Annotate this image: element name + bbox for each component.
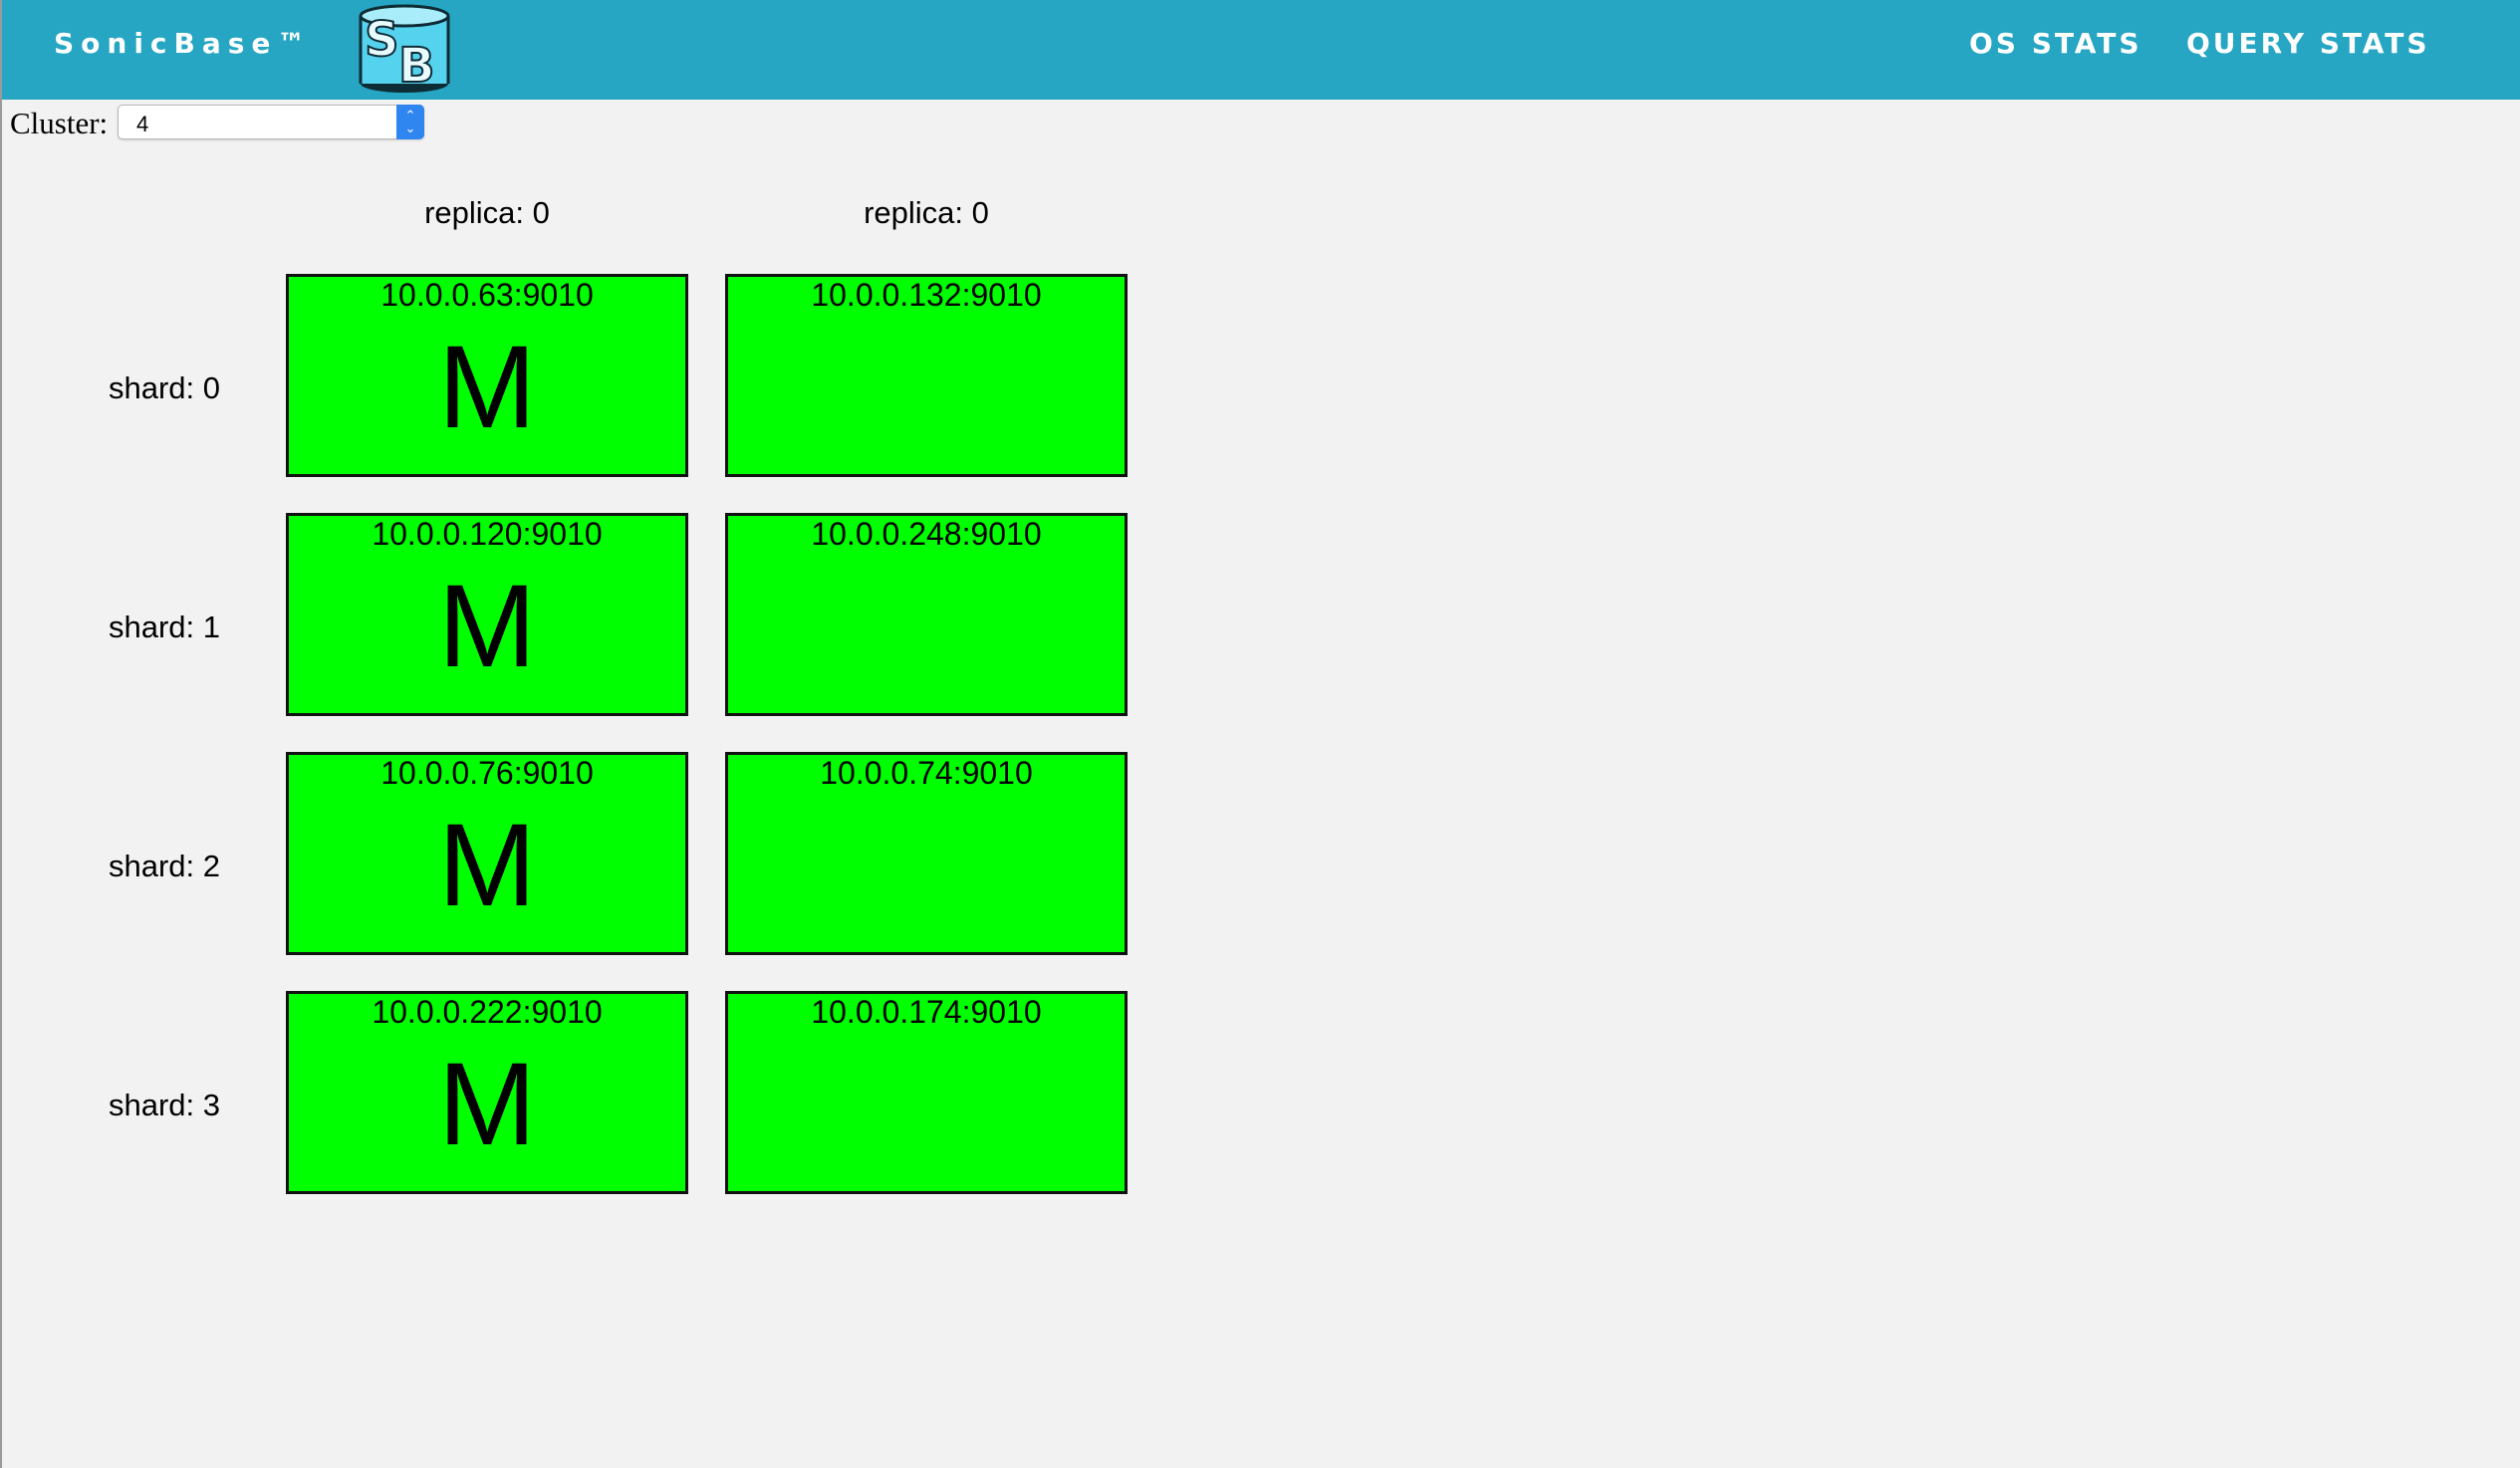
cluster-label: Cluster: [10, 106, 109, 140]
server-address: 10.0.0.132:9010 [811, 277, 1042, 313]
server-box[interactable]: 10.0.0.222:9010 M [286, 991, 688, 1194]
server-box[interactable]: 10.0.0.74:9010 [725, 752, 1128, 955]
server-address: 10.0.0.174:9010 [811, 994, 1042, 1030]
cluster-selected-value: 4 [136, 112, 149, 136]
cluster-select[interactable]: 4 ⌃ ⌄ [118, 105, 424, 139]
brand-name[interactable]: SonicBase™ [54, 27, 312, 60]
select-arrows-icon: ⌃ ⌄ [396, 105, 424, 139]
server-box[interactable]: 10.0.0.63:9010 M [286, 274, 688, 477]
server-box[interactable]: 10.0.0.248:9010 [725, 513, 1128, 716]
svg-text:B: B [398, 38, 435, 94]
shard-label: shard: 2 [109, 849, 221, 883]
server-address: 10.0.0.120:9010 [372, 516, 603, 552]
shard-label: shard: 3 [109, 1088, 221, 1122]
shard-label: shard: 1 [109, 610, 221, 644]
server-address: 10.0.0.76:9010 [380, 755, 594, 791]
nav-query-stats[interactable]: QUERY STATS [2186, 27, 2430, 60]
sonicbase-logo-icon[interactable]: S B [353, 4, 456, 94]
top-header-bar: SonicBase™ S B OS STATS QUERY STATS [2, 0, 2520, 100]
master-role-indicator: M [437, 800, 537, 931]
master-role-indicator: M [437, 561, 537, 692]
server-box[interactable]: 10.0.0.120:9010 M [286, 513, 688, 716]
replica-header-col-1: replica: 0 [864, 195, 989, 230]
server-box[interactable]: 10.0.0.76:9010 M [286, 752, 688, 955]
server-address: 10.0.0.63:9010 [380, 277, 594, 313]
svg-text:S: S [365, 12, 399, 68]
nav-os-stats[interactable]: OS STATS [1969, 27, 2142, 60]
master-role-indicator: M [437, 1039, 537, 1170]
server-address: 10.0.0.74:9010 [820, 755, 1033, 791]
server-address: 10.0.0.222:9010 [372, 994, 603, 1030]
shard-label: shard: 0 [109, 370, 221, 405]
server-address: 10.0.0.248:9010 [811, 516, 1042, 552]
master-role-indicator: M [437, 322, 537, 453]
server-box[interactable]: 10.0.0.174:9010 [725, 991, 1128, 1194]
replica-header-col-0: replica: 0 [424, 195, 550, 230]
server-box[interactable]: 10.0.0.132:9010 [725, 274, 1128, 477]
